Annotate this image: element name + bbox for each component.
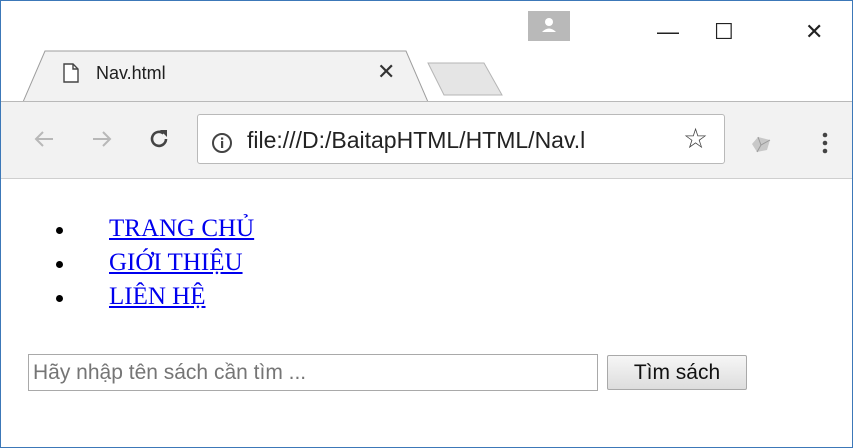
page-content: TRANG CHỦ GIỚI THIỆU LIÊN HỆ Tìm sách (1, 179, 852, 447)
bookmark-star-icon[interactable]: ☆ (683, 125, 708, 153)
profile-button[interactable] (528, 11, 570, 41)
close-window-button[interactable]: ✕ (805, 21, 823, 43)
search-book-button[interactable]: Tìm sách (607, 355, 747, 390)
nav-link-lien-he[interactable]: LIÊN HỆ (109, 280, 206, 314)
tab-shape (23, 50, 428, 102)
browser-window: — ☐ ✕ Nav.html ✕ file:///D:/BaitapHTML/H… (0, 0, 853, 448)
new-tab-button[interactable] (426, 61, 506, 97)
nav-link-trang-chu[interactable]: TRANG CHỦ (109, 212, 254, 246)
page-icon (63, 63, 79, 83)
more-menu-icon[interactable] (821, 131, 829, 155)
extension-icon[interactable] (749, 134, 773, 154)
person-icon (542, 18, 556, 32)
book-search-input[interactable] (28, 354, 598, 391)
bullet (56, 261, 63, 268)
tab-title: Nav.html (96, 63, 166, 83)
reload-icon[interactable] (147, 127, 171, 151)
address-url[interactable]: file:///D:/BaitapHTML/HTML/Nav.l (247, 127, 670, 154)
forward-arrow-icon[interactable] (91, 129, 113, 149)
bullet (56, 227, 63, 234)
back-arrow-icon[interactable] (33, 129, 55, 149)
nav-link-gioi-thieu[interactable]: GIỚI THIỆU (109, 246, 243, 280)
tab-close-icon[interactable]: ✕ (377, 61, 395, 83)
tab-nav-html[interactable] (23, 49, 428, 102)
minimize-button[interactable]: — (657, 21, 679, 43)
info-icon[interactable] (211, 132, 233, 154)
maximize-button[interactable]: ☐ (714, 21, 734, 43)
title-bar: — ☐ ✕ Nav.html ✕ (1, 1, 852, 102)
bullet (56, 295, 63, 302)
